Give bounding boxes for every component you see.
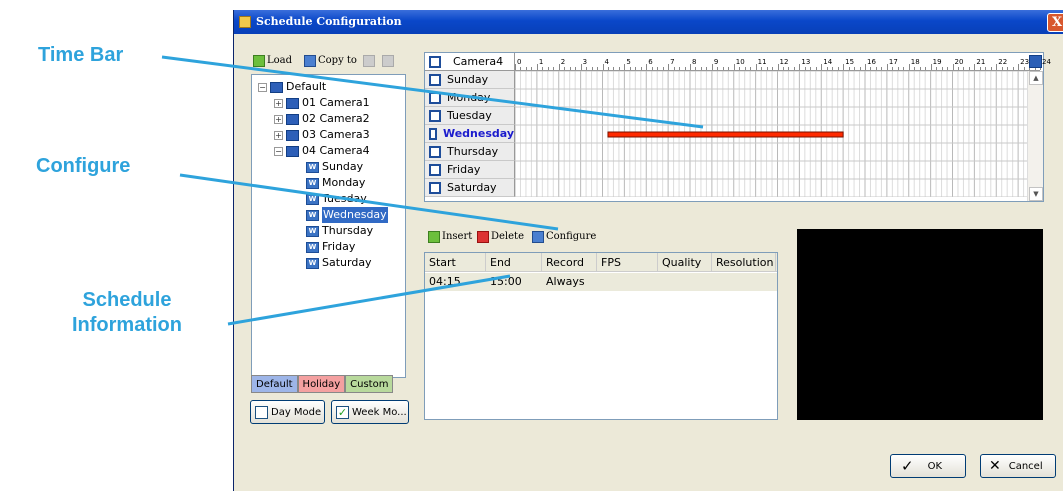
- configure-pointer: [179, 173, 559, 231]
- callout-lines: [161, 55, 704, 326]
- schedule-info-pointer: [227, 274, 511, 326]
- time-bar-pointer: [161, 55, 704, 129]
